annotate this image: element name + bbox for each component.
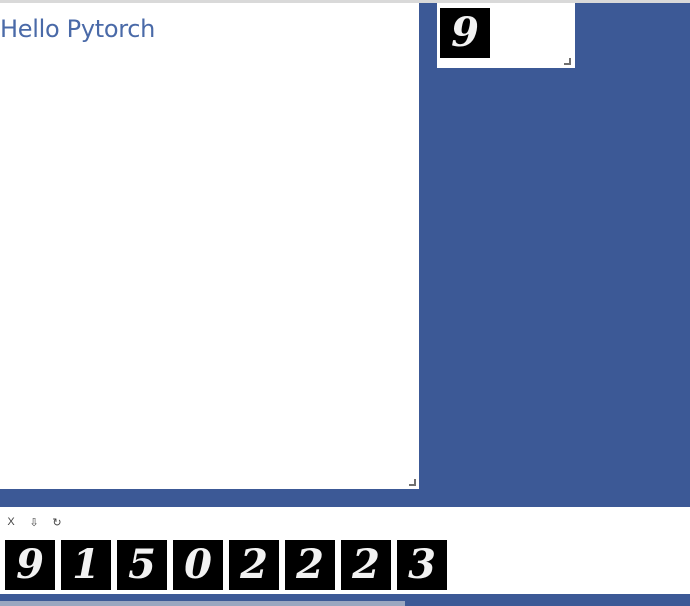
digit-image: 1 (61, 540, 111, 590)
digit-image: 3 (397, 540, 447, 590)
digit-glyph: 5 (128, 541, 156, 588)
digit-image: 0 (173, 540, 223, 590)
window-toolbar: X ⇩ ↻ (6, 515, 62, 529)
digit-glyph: 9 (16, 541, 44, 588)
resize-handle-icon[interactable] (408, 478, 416, 486)
digit-grid: 9 1 5 0 2 2 2 3 (5, 540, 447, 590)
image-window: 9 (437, 3, 575, 68)
horizontal-scrollbar[interactable] (0, 601, 405, 606)
download-icon[interactable]: ⇩ (29, 516, 39, 529)
digit-image: 2 (229, 540, 279, 590)
digit-image: 2 (285, 540, 335, 590)
digit-glyph: 0 (184, 541, 212, 588)
digit-image: 2 (341, 540, 391, 590)
digit-glyph: 3 (408, 541, 436, 588)
digit-glyph: 9 (451, 9, 479, 56)
digit-image: 9 (5, 540, 55, 590)
text-window: Hello Pytorch (0, 3, 419, 489)
images-window: X ⇩ ↻ 9 1 5 0 2 2 2 3 (0, 507, 690, 594)
digit-image: 5 (117, 540, 167, 590)
refresh-icon[interactable]: ↻ (52, 516, 62, 529)
digit-glyph: 1 (72, 541, 100, 588)
digit-image: 9 (440, 8, 490, 58)
digit-glyph: 2 (352, 541, 380, 588)
close-icon[interactable]: X (6, 516, 16, 528)
digit-glyph: 2 (296, 541, 324, 588)
text-window-content: Hello Pytorch (0, 15, 156, 43)
digit-glyph: 2 (240, 541, 268, 588)
resize-handle-icon[interactable] (563, 57, 571, 65)
